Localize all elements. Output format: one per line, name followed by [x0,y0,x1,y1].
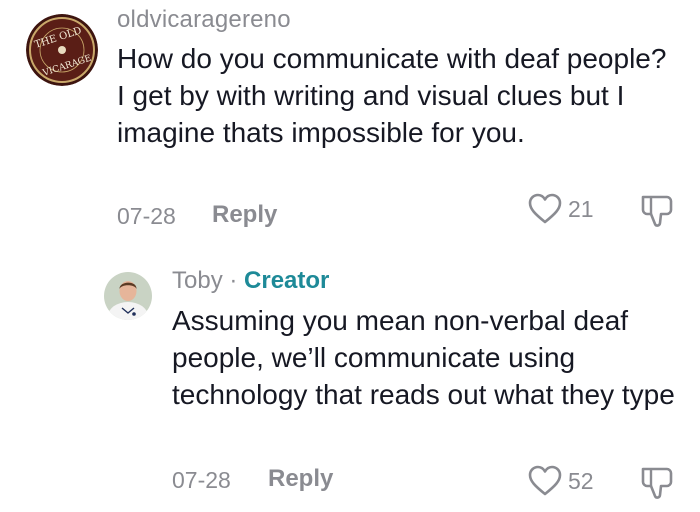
person-photo-avatar [104,272,152,320]
heart-outline-icon [528,193,562,225]
reply-comment: Toby · Creator Assuming you mean non-ver… [0,250,700,512]
reply-date: 07-28 [172,467,231,493]
like-button[interactable]: 52 [528,465,594,497]
comment-date: 07-28 [117,203,176,229]
heart-outline-icon [528,465,562,497]
reply-button[interactable]: Reply [212,201,277,229]
thumbs-down-icon [637,465,677,501]
reply-button[interactable]: Reply [268,465,333,493]
reply-meta: Toby · Creator [172,267,329,295]
like-button[interactable]: 21 [528,193,594,225]
dislike-button[interactable] [637,465,677,501]
thumbs-down-icon [637,193,677,229]
the-old-vicarage-logo: THE OLD VICARAGE [26,14,98,86]
comment-text: How do you communicate with deaf people?… [117,43,667,148]
reply-text: Assuming you mean non-verbal deaf people… [172,305,675,410]
meta-separator: · [222,267,245,294]
dislike-button[interactable] [637,193,677,229]
reply-username[interactable]: Toby [172,267,223,294]
like-count: 21 [568,195,594,222]
avatar[interactable]: THE OLD VICARAGE [26,14,98,86]
comment-username[interactable]: oldvicaragereno [117,6,291,34]
like-count: 52 [568,467,594,494]
creator-badge: Creator [244,267,330,294]
avatar[interactable] [104,272,152,320]
comment: THE OLD VICARAGE oldvicaragereno How do … [0,0,700,250]
